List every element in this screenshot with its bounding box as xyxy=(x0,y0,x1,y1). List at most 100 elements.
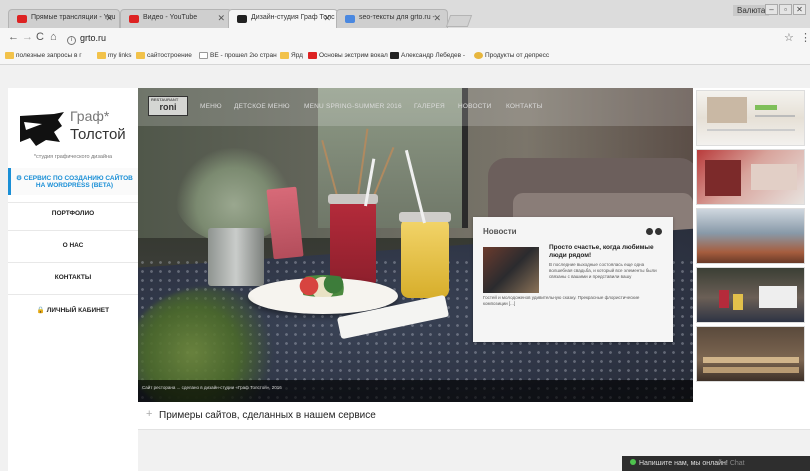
home-icon[interactable]: ⌂ xyxy=(50,31,57,43)
page-content: Граф* Толстой *студия графического дизай… xyxy=(0,66,810,471)
divider xyxy=(8,202,138,203)
bookmark-star-icon[interactable]: ☆ xyxy=(784,31,794,44)
tab-label: Видео - YouTube xyxy=(143,14,198,21)
minimize-icon[interactable]: – xyxy=(765,4,778,15)
bookmark-label: my links xyxy=(108,52,132,59)
close-icon[interactable]: ✕ xyxy=(323,13,331,24)
thumbnail[interactable] xyxy=(696,326,805,382)
bookmark-item[interactable]: Ярд xyxy=(280,52,303,59)
demo-nav-contacts[interactable]: КОНТАКТЫ xyxy=(506,103,543,110)
menu-personal-account[interactable]: 🔒 ЛИЧНЫЙ КАБИНЕТ xyxy=(8,306,138,314)
thumbnail[interactable] xyxy=(696,90,805,146)
tab-youtube-video[interactable]: Видео - YouTube ✕ xyxy=(120,9,232,28)
bookmark-label: Продукты от депресс xyxy=(485,52,550,59)
divider xyxy=(8,294,138,295)
bookmark-label: сайтостроение xyxy=(147,52,192,59)
divider xyxy=(8,262,138,263)
news-title[interactable]: Просто счастье, когда любимые люди рядом… xyxy=(549,244,667,260)
bookmark-item[interactable]: сайтостроение xyxy=(136,52,192,59)
folder-icon xyxy=(280,52,289,59)
close-window-icon[interactable]: ✕ xyxy=(793,4,806,15)
bookmark-item[interactable]: Александр Лебедев - xyxy=(390,52,465,59)
salad xyxy=(288,275,358,297)
tagline: *студия графического дизайна xyxy=(33,154,113,160)
bookmark-item[interactable]: полезные запросы в г xyxy=(5,52,82,59)
news-photo[interactable] xyxy=(483,247,539,293)
browser-tab-bar: Прямые трансляции - You ✕ Видео - YouTub… xyxy=(0,0,810,29)
url-text: grto.ru xyxy=(80,33,107,43)
close-icon[interactable]: ✕ xyxy=(105,13,113,24)
bookmark-label: ВЕ - прошел 2ю стран xyxy=(210,52,277,59)
demo-nav-menu[interactable]: МЕНЮ xyxy=(200,103,222,110)
user-avatar-icon xyxy=(390,52,399,59)
examples-heading[interactable]: Примеры сайтов, сделанных в нашем сервис… xyxy=(159,410,376,421)
tab-grafto[interactable]: Дизайн-студия Граф Толс ✕ xyxy=(228,9,338,29)
grafto-icon xyxy=(237,15,247,23)
demo-nav-kids-menu[interactable]: ДЕТСКОЕ МЕНЮ xyxy=(234,103,290,110)
logo-line-2: Толстой xyxy=(70,126,126,143)
chat-label: Напишите нам, мы онлайн! xyxy=(639,460,728,467)
bookmark-item[interactable]: Основы экстрим вокал xyxy=(308,52,388,59)
demo-nav-gallery[interactable]: ГАЛЕРЕЯ xyxy=(414,103,445,110)
youtube-icon xyxy=(129,15,139,23)
bookmark-item[interactable]: Продукты от депресс xyxy=(474,52,549,59)
hero-caption: Сайт ресторана ... сделано в дизайн-студ… xyxy=(138,380,693,402)
tab-label: Прямые трансляции - You xyxy=(31,14,116,21)
menu-wordpress-service[interactable]: ⚙ СЕРВИС ПО СОЗДАНИЮ САЙТОВ НА WORDPRESS… xyxy=(8,168,138,195)
url-field[interactable]: i grto.ru xyxy=(67,31,787,45)
maximize-icon[interactable]: ▫ xyxy=(779,4,792,15)
tab-seo-texts[interactable]: seo-тексты для grto.ru - ✕ xyxy=(336,9,448,28)
news-text-continued: Гостей и молодоженов удивительную сказку… xyxy=(483,295,640,306)
address-bar: ← → C ⌂ i grto.ru ☆ ⋮ xyxy=(0,28,810,48)
back-icon[interactable]: ← xyxy=(8,31,19,43)
info-icon[interactable]: i xyxy=(67,36,76,45)
youtube-icon xyxy=(17,15,27,23)
divider xyxy=(8,230,138,231)
logo-icon[interactable] xyxy=(20,112,64,146)
logo-line-1: Граф* xyxy=(70,108,110,124)
slider-dot[interactable] xyxy=(655,228,662,235)
new-tab-button[interactable] xyxy=(445,15,473,27)
thumbnail[interactable] xyxy=(696,208,805,264)
demo-nav-news[interactable]: НОВОСТИ xyxy=(458,103,491,110)
news-text: В последние выходные состоялась еще одна… xyxy=(549,262,657,279)
chat-button[interactable]: Chat xyxy=(730,460,745,467)
news-panel: Новости Просто счастье, когда любимые лю… xyxy=(473,217,673,342)
doc-icon xyxy=(345,15,355,23)
chat-widget[interactable]: Напишите нам, мы онлайн! Chat xyxy=(622,456,810,471)
tab-youtube-live[interactable]: Прямые трансляции - You ✕ xyxy=(8,9,120,28)
menu-contacts[interactable]: КОНТАКТЫ xyxy=(8,274,138,281)
bookmark-item[interactable]: ВЕ - прошел 2ю стран xyxy=(199,52,277,59)
window-user[interactable]: Валюта xyxy=(733,5,770,16)
reload-icon[interactable]: C xyxy=(36,31,44,43)
bookmark-label: полезные запросы в г xyxy=(16,52,82,59)
page-icon xyxy=(199,52,208,59)
smiley-icon xyxy=(474,52,483,59)
close-icon[interactable]: ✕ xyxy=(433,13,441,24)
online-status-icon xyxy=(630,459,636,465)
demo-site-logo[interactable]: RESTAURANT roni xyxy=(148,96,188,116)
folder-icon xyxy=(97,52,106,59)
tab-label: Дизайн-студия Граф Толс xyxy=(251,14,335,21)
sidebar: Граф* Толстой *студия графического дизай… xyxy=(8,88,138,471)
demo-site-nav: RESTAURANT roni МЕНЮ ДЕТСКОЕ МЕНЮ MENU SP… xyxy=(138,88,693,126)
example-thumbnails xyxy=(693,88,810,402)
thumbnail[interactable] xyxy=(696,149,805,205)
demo-nav-spring-menu[interactable]: MENU SPRING-SUMMER 2016 xyxy=(304,103,402,110)
bookmark-label: Основы экстрим вокал xyxy=(319,52,388,59)
folder-icon xyxy=(5,52,14,59)
menu-kebab-icon[interactable]: ⋮ xyxy=(800,31,810,44)
bookmark-item[interactable]: my links xyxy=(97,52,131,59)
tab-label: seo-тексты для grto.ru - xyxy=(359,14,435,21)
menu-about[interactable]: О НАС xyxy=(8,242,138,249)
forward-icon[interactable]: → xyxy=(22,31,33,43)
news-heading: Новости xyxy=(483,227,517,236)
menu-portfolio[interactable]: ПОРТФОЛИО xyxy=(8,210,138,217)
youtube-icon xyxy=(308,52,317,59)
plus-icon[interactable]: + xyxy=(146,408,152,420)
examples-section: + Примеры сайтов, сделанных в нашем серв… xyxy=(138,402,810,430)
close-icon[interactable]: ✕ xyxy=(217,13,225,24)
bookmarks-bar: полезные запросы в г my links сайтострое… xyxy=(0,48,810,65)
thumbnail[interactable] xyxy=(696,267,805,323)
slider-dot[interactable] xyxy=(646,228,653,235)
